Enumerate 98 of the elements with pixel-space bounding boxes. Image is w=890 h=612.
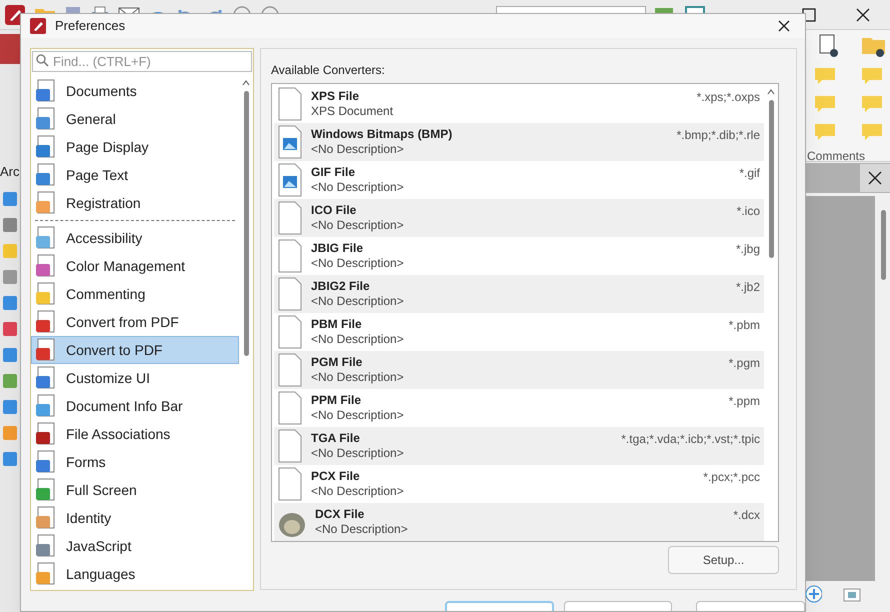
- tool-icon[interactable]: [2, 398, 18, 416]
- converter-description: <No Description>: [311, 179, 405, 195]
- converter-description: XPS Document: [311, 103, 394, 119]
- category-item[interactable]: Page Display: [31, 133, 239, 161]
- converter-description: <No Description>: [311, 407, 405, 423]
- converter-extensions: *.jb2: [736, 279, 760, 296]
- converter-extensions: *.pgm: [728, 355, 760, 372]
- app-logo-icon: [29, 17, 47, 35]
- category-item[interactable]: Color Management: [31, 252, 239, 280]
- tool-icon[interactable]: [2, 372, 18, 390]
- tool-icon[interactable]: [2, 294, 18, 312]
- file-icon: [277, 239, 303, 273]
- category-item[interactable]: Forms: [31, 448, 239, 476]
- tool-icon[interactable]: [2, 190, 18, 208]
- converter-name: ICO File: [311, 203, 358, 217]
- tool-icon[interactable]: [2, 320, 18, 338]
- close-icon: [868, 171, 882, 185]
- category-item[interactable]: Documents: [31, 77, 239, 105]
- dialog-title: Preferences: [55, 17, 126, 36]
- tool-icon[interactable]: [2, 268, 18, 286]
- converter-name: PPM File: [311, 393, 362, 407]
- category-item[interactable]: Convert to PDF: [31, 336, 239, 364]
- setup-button[interactable]: Setup...: [668, 546, 779, 574]
- category-item[interactable]: Languages: [31, 560, 239, 588]
- find-document-icon[interactable]: [817, 34, 841, 58]
- tool-icon[interactable]: [2, 424, 18, 442]
- converter-name: PCX File: [311, 469, 361, 483]
- converter-row[interactable]: DCX File <No Description> *.dcx: [274, 503, 764, 541]
- converter-name: GIF File: [311, 165, 356, 179]
- converter-extensions: *.ico: [736, 203, 760, 220]
- converter-row[interactable]: JBIG2 File <No Description> *.jb2: [274, 275, 764, 313]
- category-item[interactable]: Page Text: [31, 161, 239, 189]
- category-item[interactable]: Full Screen: [31, 476, 239, 504]
- converter-name: JBIG File: [311, 241, 364, 255]
- file-icon: [277, 201, 303, 235]
- converter-description: <No Description>: [311, 217, 405, 233]
- file-icon: [277, 391, 303, 425]
- category-item[interactable]: JavaScript: [31, 532, 239, 560]
- search-field[interactable]: Find... (CTRL+F): [32, 51, 252, 72]
- page-view-icon[interactable]: [843, 588, 861, 602]
- category-item[interactable]: Convert from PDF: [31, 308, 239, 336]
- file-icon: [277, 467, 303, 501]
- converter-name: PGM File: [311, 355, 364, 369]
- file-icon: [277, 353, 303, 387]
- converter-name: JBIG2 File: [311, 279, 371, 293]
- search-icon: [36, 54, 49, 67]
- converter-description: <No Description>: [311, 293, 405, 309]
- converter-extensions: *.pbm: [728, 317, 760, 334]
- converter-name: Windows Bitmaps (BMP): [311, 127, 454, 141]
- converter-name: DCX File: [315, 507, 366, 521]
- close-icon: [778, 20, 790, 32]
- converter-extensions: *.jbg: [736, 241, 760, 258]
- converter-description: <No Description>: [311, 331, 405, 347]
- converter-row[interactable]: Windows Bitmaps (BMP) <No Description> *.bmp;*.dib;*.rle: [274, 123, 764, 161]
- tool-icon[interactable]: [2, 346, 18, 364]
- converter-description: <No Description>: [311, 369, 405, 385]
- converter-description: <No Description>: [311, 445, 405, 461]
- converter-description: <No Description>: [311, 141, 405, 157]
- category-item[interactable]: File Associations: [31, 420, 239, 448]
- converter-row[interactable]: PGM File <No Description> *.pgm: [274, 351, 764, 389]
- category-item[interactable]: Registration: [31, 189, 239, 217]
- close-tab-button[interactable]: [860, 164, 890, 192]
- converter-name: TGA File: [311, 431, 361, 445]
- scroll-up-icon[interactable]: [242, 79, 250, 87]
- scroll-up-icon[interactable]: [767, 88, 775, 96]
- category-item[interactable]: Document Info Bar: [31, 392, 239, 420]
- converter-extensions: *.bmp;*.dib;*.rle: [676, 127, 760, 144]
- converter-row[interactable]: TGA File <No Description> *.tga;*.vda;*.icb;*.vst;*.tpic: [274, 427, 764, 465]
- converter-extensions: *.gif: [739, 165, 760, 182]
- converter-extensions: *.ppm: [728, 393, 760, 410]
- file-icon: [277, 87, 303, 121]
- converter-extensions: *.tga;*.vda;*.icb;*.vst;*.tpic: [621, 431, 760, 448]
- converter-extensions: *.xps;*.oxps: [696, 89, 760, 106]
- category-item[interactable]: Accessibility: [31, 224, 239, 252]
- image-file-icon: [277, 125, 303, 159]
- image-file-icon: [277, 163, 303, 197]
- converter-name: XPS File: [311, 89, 360, 103]
- close-icon[interactable]: [856, 8, 870, 22]
- converter-description: <No Description>: [315, 521, 409, 537]
- converter-extensions: *.pcx;*.pcc: [703, 469, 760, 486]
- add-icon[interactable]: [804, 583, 822, 605]
- category-item[interactable]: Identity: [31, 504, 239, 532]
- converter-row[interactable]: ICO File <No Description> *.ico: [274, 199, 764, 237]
- converters-label: Available Converters:: [271, 62, 386, 79]
- file-icon: [277, 429, 303, 463]
- document-tab[interactable]: Arc: [0, 162, 20, 182]
- category-item[interactable]: General: [31, 105, 239, 133]
- converter-extensions: *.dcx: [733, 507, 760, 524]
- file-icon: [277, 277, 303, 311]
- tool-icon[interactable]: [2, 216, 18, 234]
- category-item[interactable]: Customize UI: [31, 364, 239, 392]
- converter-name: PBM File: [311, 317, 363, 331]
- converter-description: <No Description>: [311, 255, 405, 271]
- tool-icon[interactable]: [2, 450, 18, 468]
- file-icon: [277, 315, 303, 349]
- converter-description: <No Description>: [311, 483, 405, 499]
- ribbon-group-label: Comments: [807, 148, 866, 165]
- category-item[interactable]: Commenting: [31, 280, 239, 308]
